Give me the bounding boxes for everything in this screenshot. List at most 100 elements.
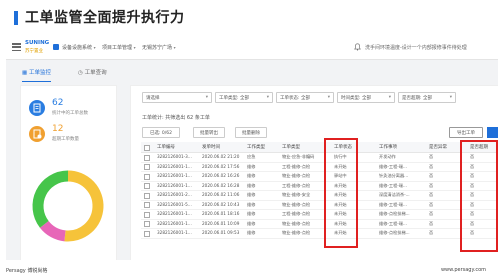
batch-delete-button[interactable]: 批量删除: [235, 127, 267, 138]
donut-segment: [64, 170, 104, 242]
table-cell: 维修: [247, 201, 256, 207]
footer-brand: Persagy 博锐尚格: [6, 268, 48, 274]
tab-query[interactable]: ◷ 工单查询: [78, 68, 107, 80]
overdue-orders-label: 超期工单数量: [52, 137, 79, 142]
donut-segment: [32, 170, 69, 228]
table-cell: 3282126001-1...: [157, 173, 192, 179]
select-all-checkbox[interactable]: [144, 144, 150, 151]
slide-header: 工单监管全面提升执行力: [0, 0, 500, 36]
overdue-icon: [29, 126, 45, 142]
chevron-down-icon: ▾: [266, 94, 269, 100]
table-cell: 3282126001-3...: [157, 154, 192, 160]
table-cell: 2020.06.02 16:28: [202, 182, 240, 188]
column-header: 是否异常: [429, 145, 447, 150]
system-icon: [53, 44, 59, 50]
table-cell: 3282126001-1...: [157, 211, 192, 217]
table-cell: 深度清洁消杀-...: [379, 192, 410, 198]
tab-bar: ▦ 工单监控 ◷ 工单查询: [16, 68, 496, 82]
row-checkbox[interactable]: [144, 183, 150, 189]
filter-time-type[interactable]: 时间类型: 全部 ▾: [337, 92, 395, 103]
row-checkbox[interactable]: [144, 154, 150, 161]
table-cell: 3282126001-1...: [157, 163, 192, 169]
table-cell: 2020.06.01 09:53: [202, 230, 240, 236]
status-column-highlight: [324, 138, 358, 248]
table-cell: 维修-工程-瑞...: [379, 182, 407, 188]
summary-panel: 62 统计中的工单总数 12 超期工单数量: [20, 85, 117, 260]
status-donut-chart: [32, 170, 104, 242]
table-cell: 维修: [247, 182, 256, 188]
clock-icon: ◷: [78, 70, 83, 76]
orders-icon: [29, 100, 45, 116]
export-button[interactable]: 导出工单: [449, 127, 483, 138]
chevron-down-icon: ▾: [133, 45, 136, 50]
row-checkbox[interactable]: [144, 202, 150, 208]
selected-count-button[interactable]: 已选: 0/62: [142, 127, 180, 138]
table-cell: 2020.06.02 11:06: [202, 192, 240, 198]
row-checkbox[interactable]: [144, 164, 150, 170]
action-button[interactable]: [487, 127, 498, 138]
batch-transfer-button[interactable]: 批量转出: [193, 127, 225, 138]
chevron-down-icon: ▾: [173, 45, 176, 50]
filter-summary-text: 工单统计: 共筛选出 62 条工单: [142, 115, 210, 121]
title-accent-bar: [14, 11, 18, 25]
chevron-down-icon: ▾: [93, 45, 96, 50]
table-cell: 2020.06.02 21:20: [202, 154, 240, 160]
table-cell: 维修-点检扶梯...: [379, 230, 410, 236]
notification-text[interactable]: 洗手间环境温度-设计一个内部报修事件待处理: [365, 44, 467, 51]
table-row[interactable]: 3282126001-1... 2020.06.01 09:53 维修 物业-维修-点…: [141, 228, 498, 239]
column-header: 工单类型: [282, 145, 300, 150]
tab-monitor[interactable]: ▦ 工单监控: [22, 68, 51, 82]
overdue-column-highlight: [460, 140, 498, 252]
table-cell: 维修: [247, 230, 256, 236]
slide-title: 工单监管全面提升执行力: [25, 10, 185, 26]
filter-overdue[interactable]: 是否超期: 全部 ▾: [398, 92, 456, 103]
table-cell: 3282126001-5...: [157, 201, 192, 207]
menu-icon[interactable]: [12, 43, 21, 52]
column-header: 工单编号: [157, 145, 175, 150]
row-checkbox[interactable]: [144, 211, 150, 218]
row-checkbox[interactable]: [144, 221, 150, 227]
chevron-down-icon: ▾: [327, 94, 330, 100]
table-cell: 2020.06.02 17:56: [202, 163, 240, 169]
table-cell: 2020.06.02 16:26: [202, 173, 240, 179]
total-orders-value: 62: [52, 98, 64, 108]
table-cell: 3282126001-2...: [157, 192, 192, 198]
column-header: 发单时间: [202, 145, 220, 150]
breadcrumb-module[interactable]: 项目工单管理 ▾: [102, 44, 136, 51]
table-cell: 维修-点检扶梯...: [379, 211, 410, 217]
column-header: 工作事项: [379, 145, 397, 150]
overdue-orders-value: 12: [52, 124, 64, 134]
row-checkbox[interactable]: [144, 192, 150, 199]
chevron-down-icon: ▾: [449, 94, 452, 100]
table-cell: 针灸油分离器...: [379, 173, 409, 179]
table-cell: 维修: [247, 173, 256, 179]
orders-panel: 请选择 ▾ 工单类型: 全部 ▾ 工单状态: 全部 ▾ 时间类型: 全部 ▾ 是否超期:…: [130, 85, 498, 260]
donut-segment: [39, 220, 66, 242]
column-header: 工作类型: [247, 145, 265, 150]
breadcrumb-project[interactable]: 无锡苏宁广场 ▾: [142, 44, 176, 51]
row-checkbox[interactable]: [144, 230, 150, 237]
slide-footer: Persagy 博锐尚格 www.persagy.com: [0, 262, 500, 279]
table-cell: 维修-工程-瑞...: [379, 201, 407, 207]
table-cell: 开发动作: [379, 154, 396, 160]
breadcrumb-system[interactable]: 设备设施系统 ▾: [62, 44, 96, 51]
footer-url: www.persagy.com: [440, 267, 486, 273]
table-cell: 3282126001-1...: [157, 230, 192, 236]
top-navigation: SUNING 苏宁置业 设备设施系统 ▾ 项目工单管理 ▾ 无锡苏宁广场 ▾ 洗…: [6, 36, 498, 60]
table-cell: 3282126001-1...: [157, 220, 192, 226]
filter-order-type[interactable]: 工单类型: 全部 ▾: [215, 92, 273, 103]
grid-icon: ▦: [22, 70, 28, 76]
table-cell: 维修: [247, 211, 256, 217]
table-cell: 维修: [247, 220, 256, 226]
table-cell: 3282126001-1...: [157, 182, 192, 188]
chevron-down-icon: ▾: [205, 94, 208, 100]
table-cell: 2020.06.01 18:16: [202, 211, 240, 217]
row-checkbox[interactable]: [144, 173, 150, 180]
table-cell: 维修-工程-瑞...: [379, 220, 407, 226]
bell-icon[interactable]: [354, 43, 361, 51]
app-window: SUNING 苏宁置业 设备设施系统 ▾ 项目工单管理 ▾ 无锡苏宁广场 ▾ 洗…: [6, 36, 498, 260]
filter-order-status[interactable]: 工单状态: 全部 ▾: [276, 92, 334, 103]
filter-select[interactable]: 请选择 ▾: [142, 92, 212, 103]
table-cell: 2020.06.01 10:09: [202, 220, 240, 226]
table-cell: 维修: [247, 163, 256, 169]
